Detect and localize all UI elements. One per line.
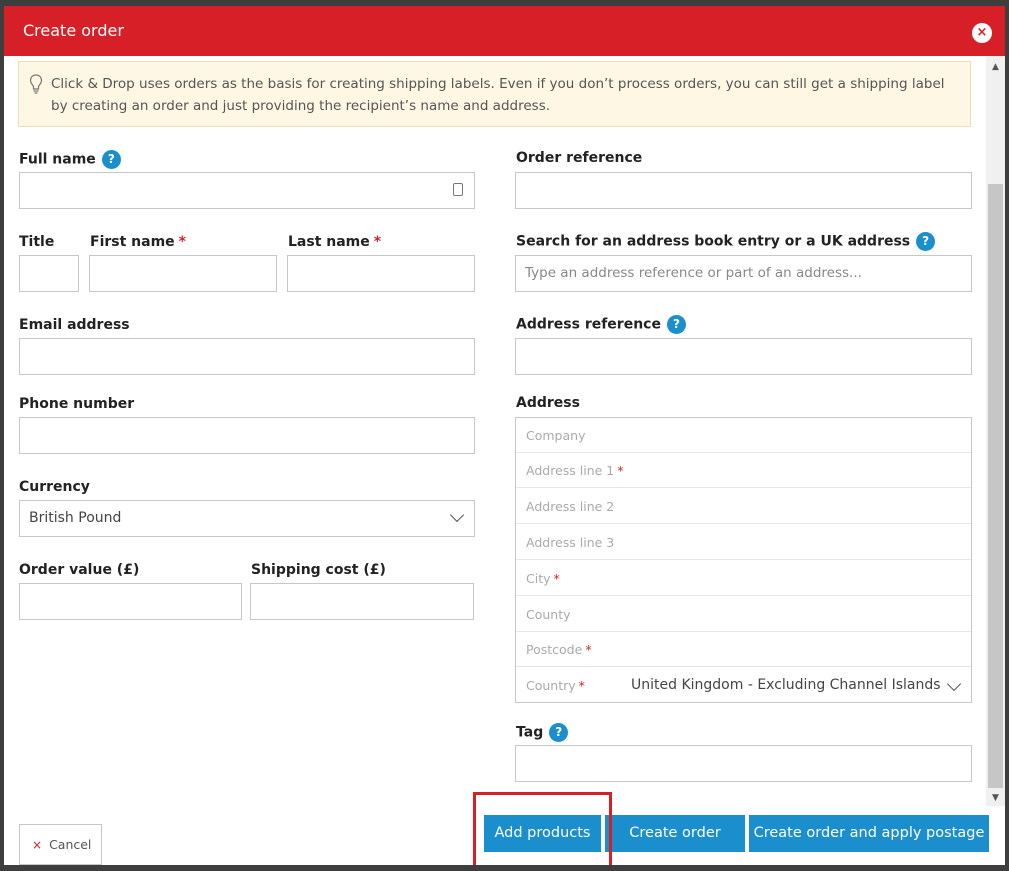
search-label-text: Search for an address book entry or a UK…: [516, 233, 911, 250]
last-name-label-text: Last name: [288, 234, 370, 250]
address-line-3-placeholder: Address line 3: [526, 535, 615, 550]
address-line-1-placeholder: Address line 1: [526, 463, 615, 478]
search-placeholder: Type an address reference or part of an …: [525, 265, 862, 281]
currency-label: Currency: [19, 479, 90, 495]
city-field[interactable]: City *: [516, 561, 971, 596]
address-reference-label-text: Address reference: [516, 316, 661, 333]
tag-label-text: Tag: [516, 724, 544, 741]
add-products-button[interactable]: Add products: [484, 815, 601, 852]
required-mark: *: [178, 234, 186, 250]
full-name-label-text: Full name: [19, 151, 96, 168]
address-search-input[interactable]: Type an address reference or part of an …: [515, 255, 972, 292]
required-mark: *: [553, 571, 560, 586]
tag-input[interactable]: [515, 745, 972, 782]
currency-value: British Pound: [29, 510, 122, 526]
company-placeholder: Company: [526, 428, 586, 443]
title-label: Title: [19, 234, 55, 250]
help-icon[interactable]: ?: [101, 150, 121, 169]
scroll-thumb[interactable]: [988, 184, 1003, 788]
email-input[interactable]: [19, 338, 475, 375]
modal-title: Create order: [23, 21, 124, 40]
phone-label: Phone number: [19, 396, 135, 412]
contact-card-icon[interactable]: [453, 183, 463, 196]
county-placeholder: County: [526, 607, 571, 622]
modal-header: Create order ×: [4, 6, 1005, 56]
help-icon[interactable]: ?: [666, 315, 686, 334]
country-value: United Kingdom - Excluding Channel Islan…: [631, 677, 941, 693]
required-mark: *: [585, 642, 592, 657]
first-name-label-text: First name: [90, 234, 175, 250]
address-line-2-placeholder: Address line 2: [526, 499, 615, 514]
order-reference-label: Order reference: [516, 150, 643, 166]
create-order-and-apply-postage-button[interactable]: Create order and apply postage: [749, 815, 989, 852]
chevron-down-icon[interactable]: [449, 507, 465, 523]
first-name-input[interactable]: [89, 255, 277, 292]
postcode-field[interactable]: Postcode *: [516, 632, 971, 667]
postcode-placeholder: Postcode: [526, 642, 583, 657]
country-label: Country: [526, 678, 576, 693]
modal-scrollbar[interactable]: ▲ ▼: [986, 56, 1005, 806]
full-name-input[interactable]: [19, 172, 475, 209]
address-reference-input[interactable]: [515, 338, 972, 375]
address-line-3-field[interactable]: Address line 3: [516, 525, 971, 560]
last-name-input[interactable]: [287, 255, 475, 292]
address-block: Company Address line 1 * Address line 2 A…: [515, 417, 972, 703]
tag-label: Tag?: [516, 723, 569, 742]
info-banner: Click & Drop uses orders as the basis fo…: [18, 61, 971, 127]
county-field[interactable]: County: [516, 597, 971, 632]
order-value-input[interactable]: [19, 583, 242, 620]
address-reference-label: Address reference?: [516, 315, 686, 334]
address-label: Address: [516, 395, 580, 411]
country-select[interactable]: Country * United Kingdom - Excluding Chan…: [516, 668, 971, 703]
required-mark: *: [578, 678, 585, 693]
title-input[interactable]: [19, 255, 79, 292]
search-label: Search for an address book entry or a UK…: [516, 232, 936, 251]
scroll-down-icon[interactable]: ▼: [986, 790, 1005, 806]
required-mark: *: [617, 463, 624, 478]
info-text: Click & Drop uses orders as the basis fo…: [51, 76, 945, 114]
company-field[interactable]: Company: [516, 418, 971, 453]
help-icon[interactable]: ?: [549, 723, 569, 742]
create-order-modal: Create order × ▲ ▼ Click & Drop uses ord…: [4, 6, 1005, 865]
full-name-label: Full name?: [19, 150, 121, 169]
cancel-button[interactable]: × Cancel: [19, 824, 102, 865]
first-name-label: First name *: [90, 234, 186, 250]
close-icon: ×: [32, 838, 43, 852]
shipping-cost-input[interactable]: [250, 583, 474, 620]
phone-input[interactable]: [19, 417, 475, 454]
currency-select[interactable]: British Pound: [19, 500, 475, 537]
order-reference-input[interactable]: [515, 172, 972, 209]
create-order-button[interactable]: Create order: [605, 815, 745, 852]
lightbulb-icon: [29, 74, 43, 94]
scroll-up-icon[interactable]: ▲: [986, 59, 1005, 75]
help-icon[interactable]: ?: [916, 232, 936, 251]
city-placeholder: City: [526, 571, 551, 586]
required-mark: *: [373, 234, 382, 250]
last-name-label: Last name *: [288, 234, 381, 250]
address-line-2-field[interactable]: Address line 2: [516, 489, 971, 524]
address-line-1-field[interactable]: Address line 1 *: [516, 453, 971, 488]
email-label: Email address: [19, 317, 130, 333]
cancel-label: Cancel: [49, 837, 92, 852]
shipping-cost-label: Shipping cost (£): [251, 562, 386, 578]
close-icon[interactable]: ×: [972, 23, 992, 43]
order-value-label: Order value (£): [19, 562, 140, 578]
chevron-down-icon[interactable]: [946, 676, 962, 692]
